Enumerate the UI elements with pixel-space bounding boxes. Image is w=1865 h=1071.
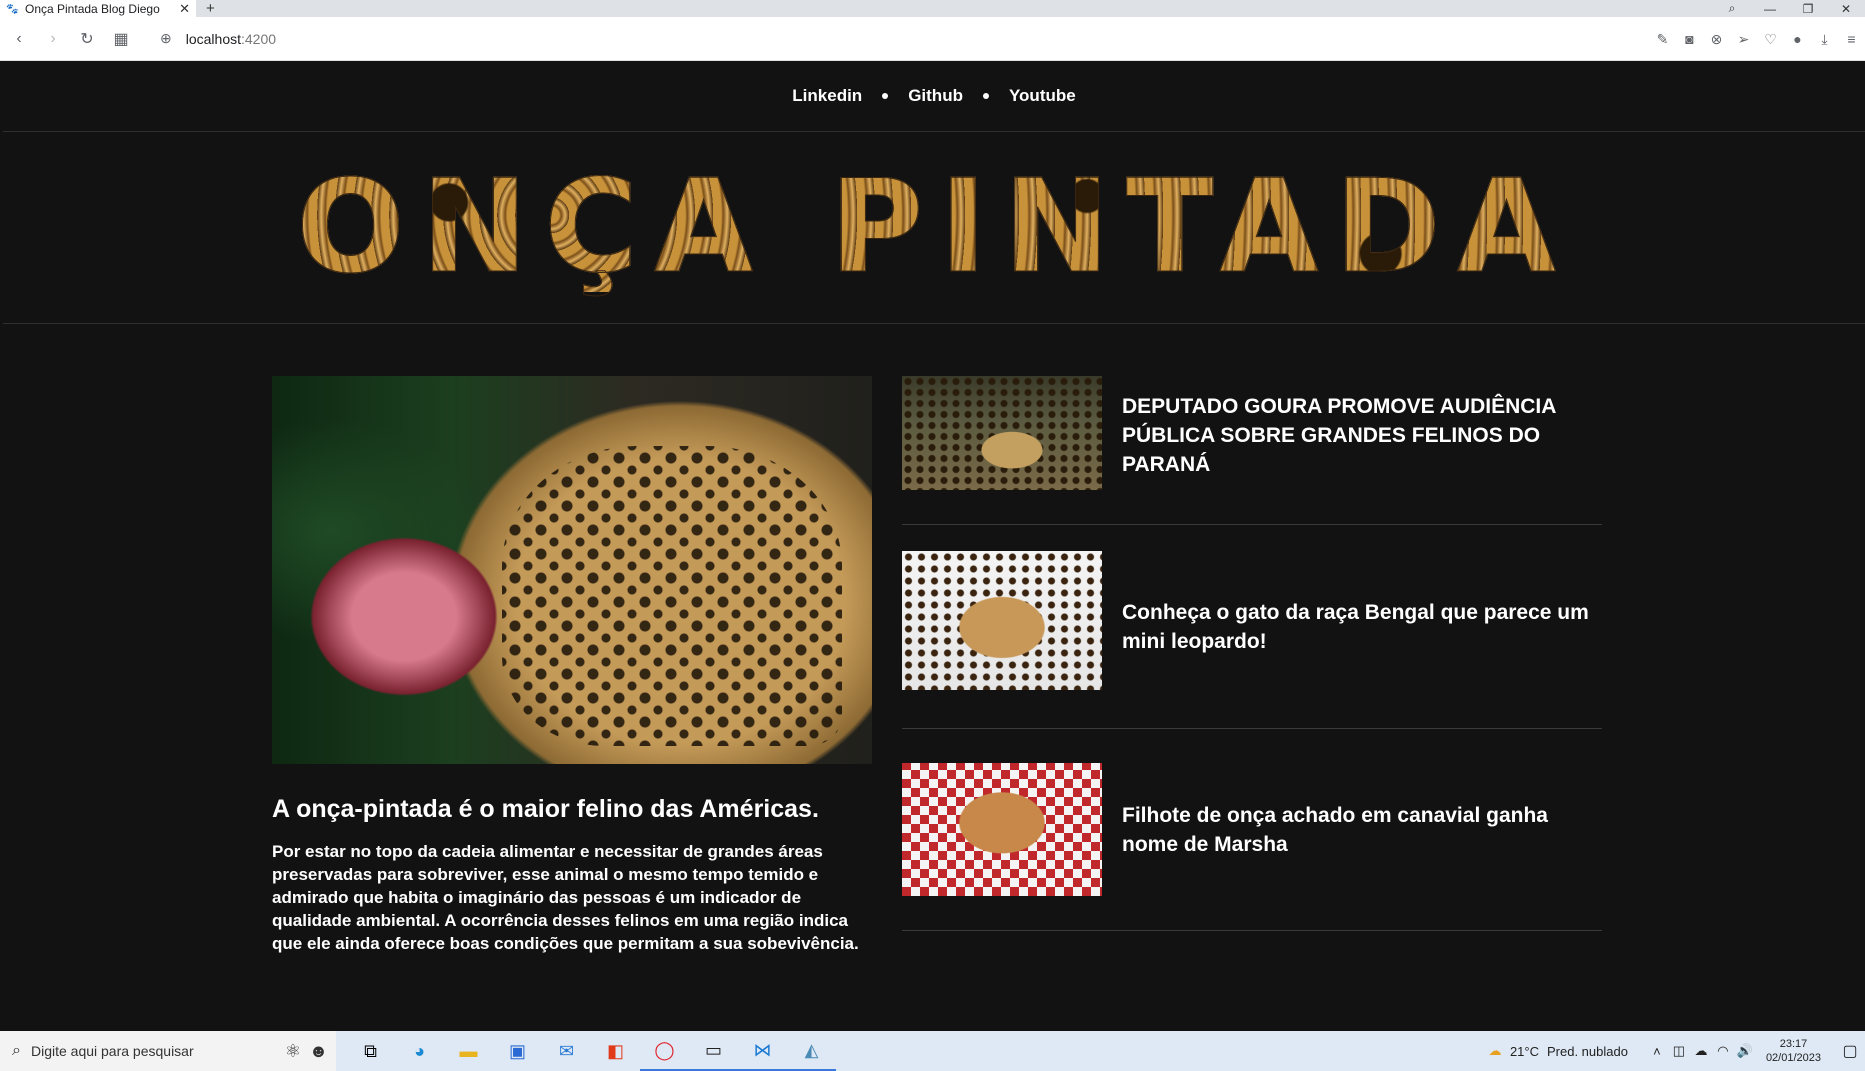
system-tray: ☁ 21°C Pred. nublado ˄ ◫ ☁ ◠ 🔊 23:17 02/… — [1484, 1031, 1865, 1071]
office-icon[interactable]: ◧ — [591, 1041, 640, 1062]
nav-link-github[interactable]: Github — [908, 86, 963, 106]
browser-toolbar: ✎ ◙ ⊗ ➢ ♡ ● ⤓ ≡ — [1649, 17, 1865, 61]
profile-icon[interactable]: ● — [1784, 31, 1811, 47]
atom-icon: ⚛ — [284, 1040, 302, 1061]
store-icon[interactable]: ▣ — [493, 1041, 542, 1062]
url-port: :4200 — [241, 30, 277, 47]
new-tab-button[interactable]: + — [206, 0, 215, 17]
edge-icon[interactable]: ◕ — [395, 1041, 444, 1062]
menu-icon[interactable]: ≡ — [1838, 31, 1865, 47]
nav-separator — [982, 93, 989, 99]
featured-body: Por estar no topo da cadeia alimentar e … — [272, 842, 859, 953]
network-icon[interactable]: ◠ — [1712, 1043, 1734, 1059]
notification-icon[interactable]: ▢ — [1835, 1041, 1865, 1061]
article-title[interactable]: Filhote de onça achado em canavial ganha… — [1122, 801, 1602, 859]
heart-icon[interactable]: ♡ — [1757, 31, 1784, 48]
vscode-icon[interactable]: ⋈ — [738, 1031, 787, 1071]
tab-title: Onça Pintada Blog Diego — [25, 1, 160, 16]
article-thumbnail[interactable] — [902, 551, 1102, 690]
app-icon[interactable]: ◭ — [787, 1031, 836, 1071]
url-host: localhost — [185, 30, 241, 47]
blog-page: Linkedin Github Youtube ONÇA PINTADA A o… — [3, 61, 1865, 1031]
clock-time: 23:17 — [1779, 1038, 1808, 1050]
address-bar: ‹ › ↻ ▦ ⊕ localhost:4200 ✎ ◙ ⊗ ➢ ♡ ● ⤓ ≡ — [0, 17, 1865, 61]
browser-search-icon[interactable]: ⌕ — [1713, 1, 1751, 16]
nav-link-youtube[interactable]: Youtube — [1009, 86, 1076, 106]
clock-date: 02/01/2023 — [1765, 1052, 1821, 1064]
globe-icon: ⊕ — [160, 30, 172, 46]
url-field[interactable]: ⊕ localhost:4200 — [160, 30, 276, 47]
chevron-up-icon[interactable]: ˄ — [1646, 1044, 1668, 1059]
article-thumbnail[interactable] — [902, 376, 1102, 490]
minimize-button[interactable]: — — [1751, 2, 1789, 16]
meet-icon[interactable]: ◫ — [1668, 1043, 1690, 1059]
weather-desc[interactable]: Pred. nublado — [1547, 1044, 1628, 1059]
article-title[interactable]: DEPUTADO GOURA PROMOVE AUDIÊNCIA PÚBLICA… — [1122, 392, 1602, 479]
block-icon[interactable]: ⊗ — [1703, 31, 1730, 48]
weather-temp[interactable]: 21°C — [1510, 1044, 1539, 1059]
volume-icon[interactable]: 🔊 — [1734, 1043, 1756, 1059]
reload-icon[interactable]: ↻ — [72, 29, 102, 49]
article-item[interactable]: Filhote de onça achado em canavial ganha… — [902, 729, 1602, 931]
search-placeholder: Digite aqui para pesquisar — [30, 1043, 194, 1059]
taskbar-apps: ⧉ ◕ ▬ ▣ ✉ ◧ ◯ ▭ ⋈ ◭ — [346, 1031, 836, 1071]
weather-icon[interactable]: ☁ — [1484, 1043, 1506, 1059]
taskbar-search[interactable]: ⌕ Digite aqui para pesquisar ⚛ ☻ — [0, 1031, 336, 1071]
article-title[interactable]: Conheça o gato da raça Bengal que parece… — [1122, 598, 1602, 656]
tabs-grid-icon[interactable]: ▦ — [106, 29, 136, 49]
featured-title: A onça-pintada é o maior felino das Amér… — [272, 795, 819, 823]
download-icon[interactable]: ⤓ — [1811, 31, 1838, 48]
file-explorer-icon[interactable]: ▬ — [444, 1041, 493, 1062]
article-item[interactable]: Conheça o gato da raça Bengal que parece… — [902, 525, 1602, 729]
search-highlight-icon: ☻ — [309, 1040, 328, 1061]
close-window-button[interactable]: ✕ — [1827, 2, 1865, 16]
mail-icon[interactable]: ✉ — [542, 1041, 591, 1062]
nav-separator — [882, 93, 889, 99]
taskbar: ⌕ Digite aqui para pesquisar ⚛ ☻ ⧉ ◕ ▬ ▣… — [0, 1031, 1865, 1071]
opera-icon[interactable]: ◯ — [640, 1031, 689, 1071]
browser-tab-active[interactable]: 🐾 Onça Pintada Blog Diego ✕ — [0, 0, 196, 17]
terminal-icon[interactable]: ▭ — [689, 1031, 738, 1071]
restore-button[interactable]: ❐ — [1789, 2, 1827, 16]
article-list: DEPUTADO GOURA PROMOVE AUDIÊNCIA PÚBLICA… — [902, 376, 1602, 931]
featured-jaguar-image[interactable] — [272, 376, 872, 764]
favicon-icon: 🐾 — [6, 3, 19, 15]
article-item[interactable]: DEPUTADO GOURA PROMOVE AUDIÊNCIA PÚBLICA… — [902, 376, 1602, 525]
main-content: A onça-pintada é o maior felino das Amér… — [3, 324, 1865, 1024]
task-view-icon[interactable]: ⧉ — [346, 1041, 395, 1062]
article-thumbnail[interactable] — [902, 763, 1102, 896]
featured-article[interactable]: A onça-pintada é o maior felino das Amér… — [272, 376, 872, 955]
social-nav: Linkedin Github Youtube — [3, 61, 1865, 132]
hero-header: ONÇA PINTADA — [3, 132, 1865, 324]
browser-tab-bar: 🐾 Onça Pintada Blog Diego ✕ + ⌕ — ❐ ✕ — [0, 0, 1865, 17]
onedrive-icon[interactable]: ☁ — [1690, 1043, 1712, 1059]
window-controls: ⌕ — ❐ ✕ — [1713, 0, 1865, 17]
forward-icon[interactable]: › — [38, 30, 68, 48]
hero-title: ONÇA PINTADA — [296, 152, 1572, 302]
camera-icon[interactable]: ◙ — [1676, 31, 1703, 47]
clock[interactable]: 23:17 02/01/2023 — [1766, 1037, 1821, 1065]
back-icon[interactable]: ‹ — [4, 30, 34, 48]
search-icon: ⌕ — [12, 1042, 21, 1059]
edit-icon[interactable]: ✎ — [1649, 31, 1676, 48]
send-icon[interactable]: ➢ — [1730, 31, 1757, 48]
tab-close-icon[interactable]: ✕ — [179, 1, 190, 17]
nav-link-linkedin[interactable]: Linkedin — [792, 86, 862, 106]
